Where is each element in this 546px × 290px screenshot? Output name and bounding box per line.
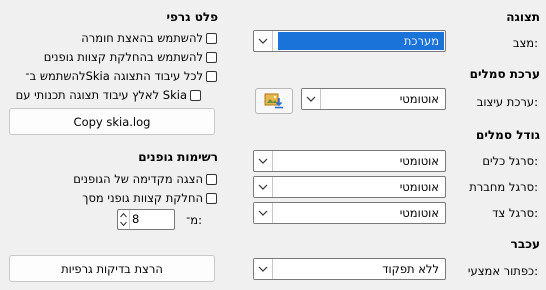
mode-value: מערכת xyxy=(278,32,444,50)
graphics-heading: פלט גרפי xyxy=(166,10,219,24)
sidebar-size-label: סרגל צד: xyxy=(492,206,538,220)
toolbar-size-value: אוטומטי xyxy=(399,154,439,168)
aa-from-spinbox[interactable]: 8 xyxy=(117,209,175,230)
checkbox-box[interactable] xyxy=(206,192,217,204)
chevron-down-icon xyxy=(254,31,273,51)
font-preview-checkbox[interactable]: הצגה מקדימה של הגופנים xyxy=(73,170,217,188)
image-download-icon xyxy=(264,92,284,113)
icon-size-heading: גודל סמלים xyxy=(476,128,540,142)
checkbox-label: להשתמש בהאצת חומרה xyxy=(81,31,203,45)
checkbox-box[interactable] xyxy=(206,32,217,44)
font-lists-heading: רשימות גופנים xyxy=(138,150,218,164)
checkbox-label: להשתמש בהחלקת קצוות גופנים xyxy=(43,50,203,64)
notebookbar-size-label: סרגל מחברת: xyxy=(469,180,538,194)
copy-skia-log-button[interactable]: Copy skia.log xyxy=(9,108,215,135)
mode-label: מצב: xyxy=(512,36,538,50)
display-heading: תצוגה xyxy=(506,10,540,24)
hw-accel-checkbox[interactable]: להשתמש בהאצת חומרה xyxy=(81,29,217,47)
checkbox-box[interactable] xyxy=(206,51,217,63)
mode-select[interactable]: מערכת xyxy=(253,30,446,52)
checkbox-label: להשתמש ב־Skia לכל עיבוד התצוגה xyxy=(25,69,203,83)
screen-font-aa-checkbox[interactable]: החלקת קצוות גופני מסך xyxy=(82,189,217,207)
toolbar-size-label: סרגל כלים: xyxy=(482,154,538,168)
sidebar-size-select[interactable]: אוטומטי xyxy=(253,202,446,224)
icon-style-label: ערכת עיצוב: xyxy=(476,95,538,109)
checkbox-label: לאלץ עיבוד תצוגה תכנותי עם Skia xyxy=(15,88,187,102)
chevron-down-icon xyxy=(254,259,273,279)
checkbox-box[interactable] xyxy=(206,70,217,82)
notebookbar-size-select[interactable]: אוטומטי xyxy=(253,176,446,198)
aa-from-value: 8 xyxy=(132,212,140,226)
notebookbar-size-value: אוטומטי xyxy=(399,180,439,194)
checkbox-box[interactable] xyxy=(190,89,201,101)
checkbox-box[interactable] xyxy=(206,173,217,185)
skia-software-checkbox[interactable]: לאלץ עיבוד תצוגה תכנותי עם Skia xyxy=(16,86,201,104)
sidebar-size-value: אוטומטי xyxy=(399,206,439,220)
middle-button-label: כפתור אמצעי: xyxy=(467,264,538,278)
skia-checkbox[interactable]: להשתמש ב־Skia לכל עיבוד התצוגה xyxy=(25,67,217,85)
antialias-checkbox[interactable]: להשתמש בהחלקת קצוות גופנים xyxy=(44,48,217,66)
checkbox-label: החלקת קצוות גופני מסך xyxy=(82,191,203,205)
run-graphics-tests-button[interactable]: הרצת בדיקות גרפיות xyxy=(9,255,215,282)
install-icon-theme-button[interactable] xyxy=(255,88,293,114)
chevron-down-icon xyxy=(254,203,273,223)
icon-style-select[interactable]: אוטומטי xyxy=(301,88,446,110)
chevron-down-icon xyxy=(254,151,273,171)
icon-style-value: אוטומטי xyxy=(399,92,439,106)
mouse-heading: עכבר xyxy=(510,237,540,251)
middle-button-value: ללא תפקוד xyxy=(382,262,439,276)
icon-theme-heading: ערכת סמלים xyxy=(469,67,540,81)
middle-button-select[interactable]: ללא תפקוד xyxy=(253,258,446,280)
chevron-down-icon xyxy=(302,89,321,109)
from-label: מ־: xyxy=(186,213,202,227)
checkbox-label: הצגה מקדימה של הגופנים xyxy=(73,172,203,186)
toolbar-size-select[interactable]: אוטומטי xyxy=(253,150,446,172)
chevron-down-icon xyxy=(254,177,273,197)
spin-arrows-icon[interactable] xyxy=(118,210,130,229)
